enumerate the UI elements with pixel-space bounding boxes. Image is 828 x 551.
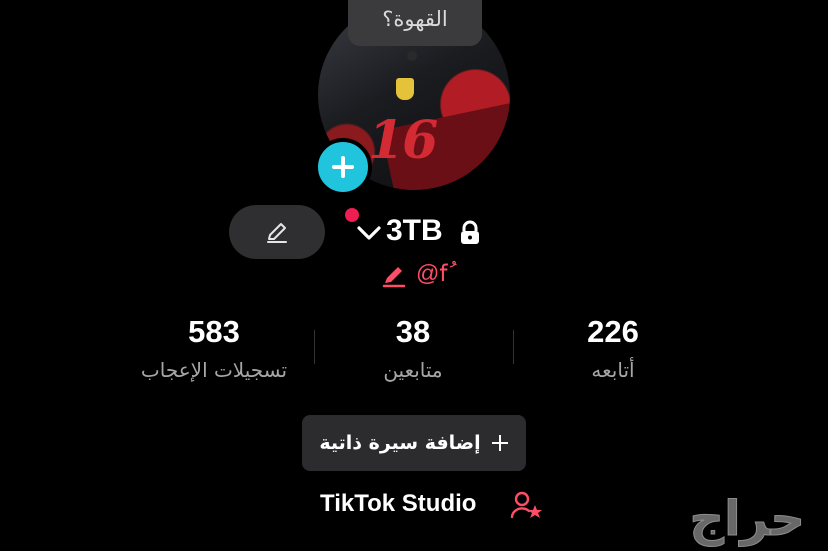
following-count[interactable]: 226 — [513, 314, 713, 350]
tooltip-bubble: القهوة؟ — [348, 0, 482, 46]
tooltip-pointer — [407, 51, 417, 61]
creator-star-icon[interactable] — [510, 490, 544, 520]
haraj-watermark-logo: حراج — [689, 491, 806, 548]
chevron-down-icon[interactable] — [356, 222, 382, 244]
likes-label: تسجيلات الإعجاب — [140, 358, 288, 382]
watermark-text: حراج — [690, 491, 806, 547]
avatar-jersey-number: 16 — [368, 110, 438, 171]
lock-icon — [461, 220, 479, 244]
add-bio-button[interactable]: إضافة سيرة ذاتية — [302, 415, 526, 471]
following-label: أتابعه — [591, 358, 635, 382]
avatar-logo-badge — [396, 78, 414, 100]
plus-icon — [332, 156, 354, 178]
pencil-icon — [267, 223, 287, 243]
profile-handle: @fُ — [416, 260, 447, 287]
handle-text: @f — [416, 260, 448, 286]
edit-profile-button[interactable] — [229, 205, 325, 259]
notification-dot — [345, 208, 359, 222]
tiktok-studio-link[interactable]: TikTok Studio — [320, 490, 476, 518]
followers-count[interactable]: 38 — [313, 314, 513, 350]
add-avatar-button[interactable] — [314, 138, 372, 196]
add-bio-label: إضافة سيرة ذاتية — [319, 432, 481, 454]
username[interactable]: 3TB — [386, 214, 443, 248]
followers-label: متابعين — [383, 358, 443, 382]
likes-count[interactable]: 583 — [114, 314, 314, 350]
plus-icon — [491, 435, 508, 451]
edit-handle-icon[interactable] — [380, 263, 408, 289]
